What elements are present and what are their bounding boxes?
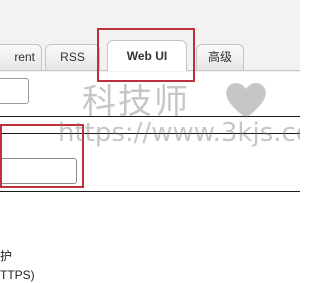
option-label: 护: [0, 249, 13, 263]
divider: [0, 191, 300, 192]
tab-bittorrent[interactable]: rent: [0, 44, 42, 70]
preferences-dialog: rent RSS Web UI 高级 护 TTPS) 科技师 https://w…: [0, 0, 300, 283]
option-text-field[interactable]: [0, 78, 29, 104]
watermark-url: https://www.3kjs.com: [58, 118, 300, 148]
option-label: TTPS): [0, 268, 35, 282]
heart-icon: [226, 82, 266, 118]
tab-advanced[interactable]: 高级: [196, 44, 244, 70]
tab-rss[interactable]: RSS: [45, 44, 100, 70]
watermark-title: 科技师: [82, 82, 190, 122]
